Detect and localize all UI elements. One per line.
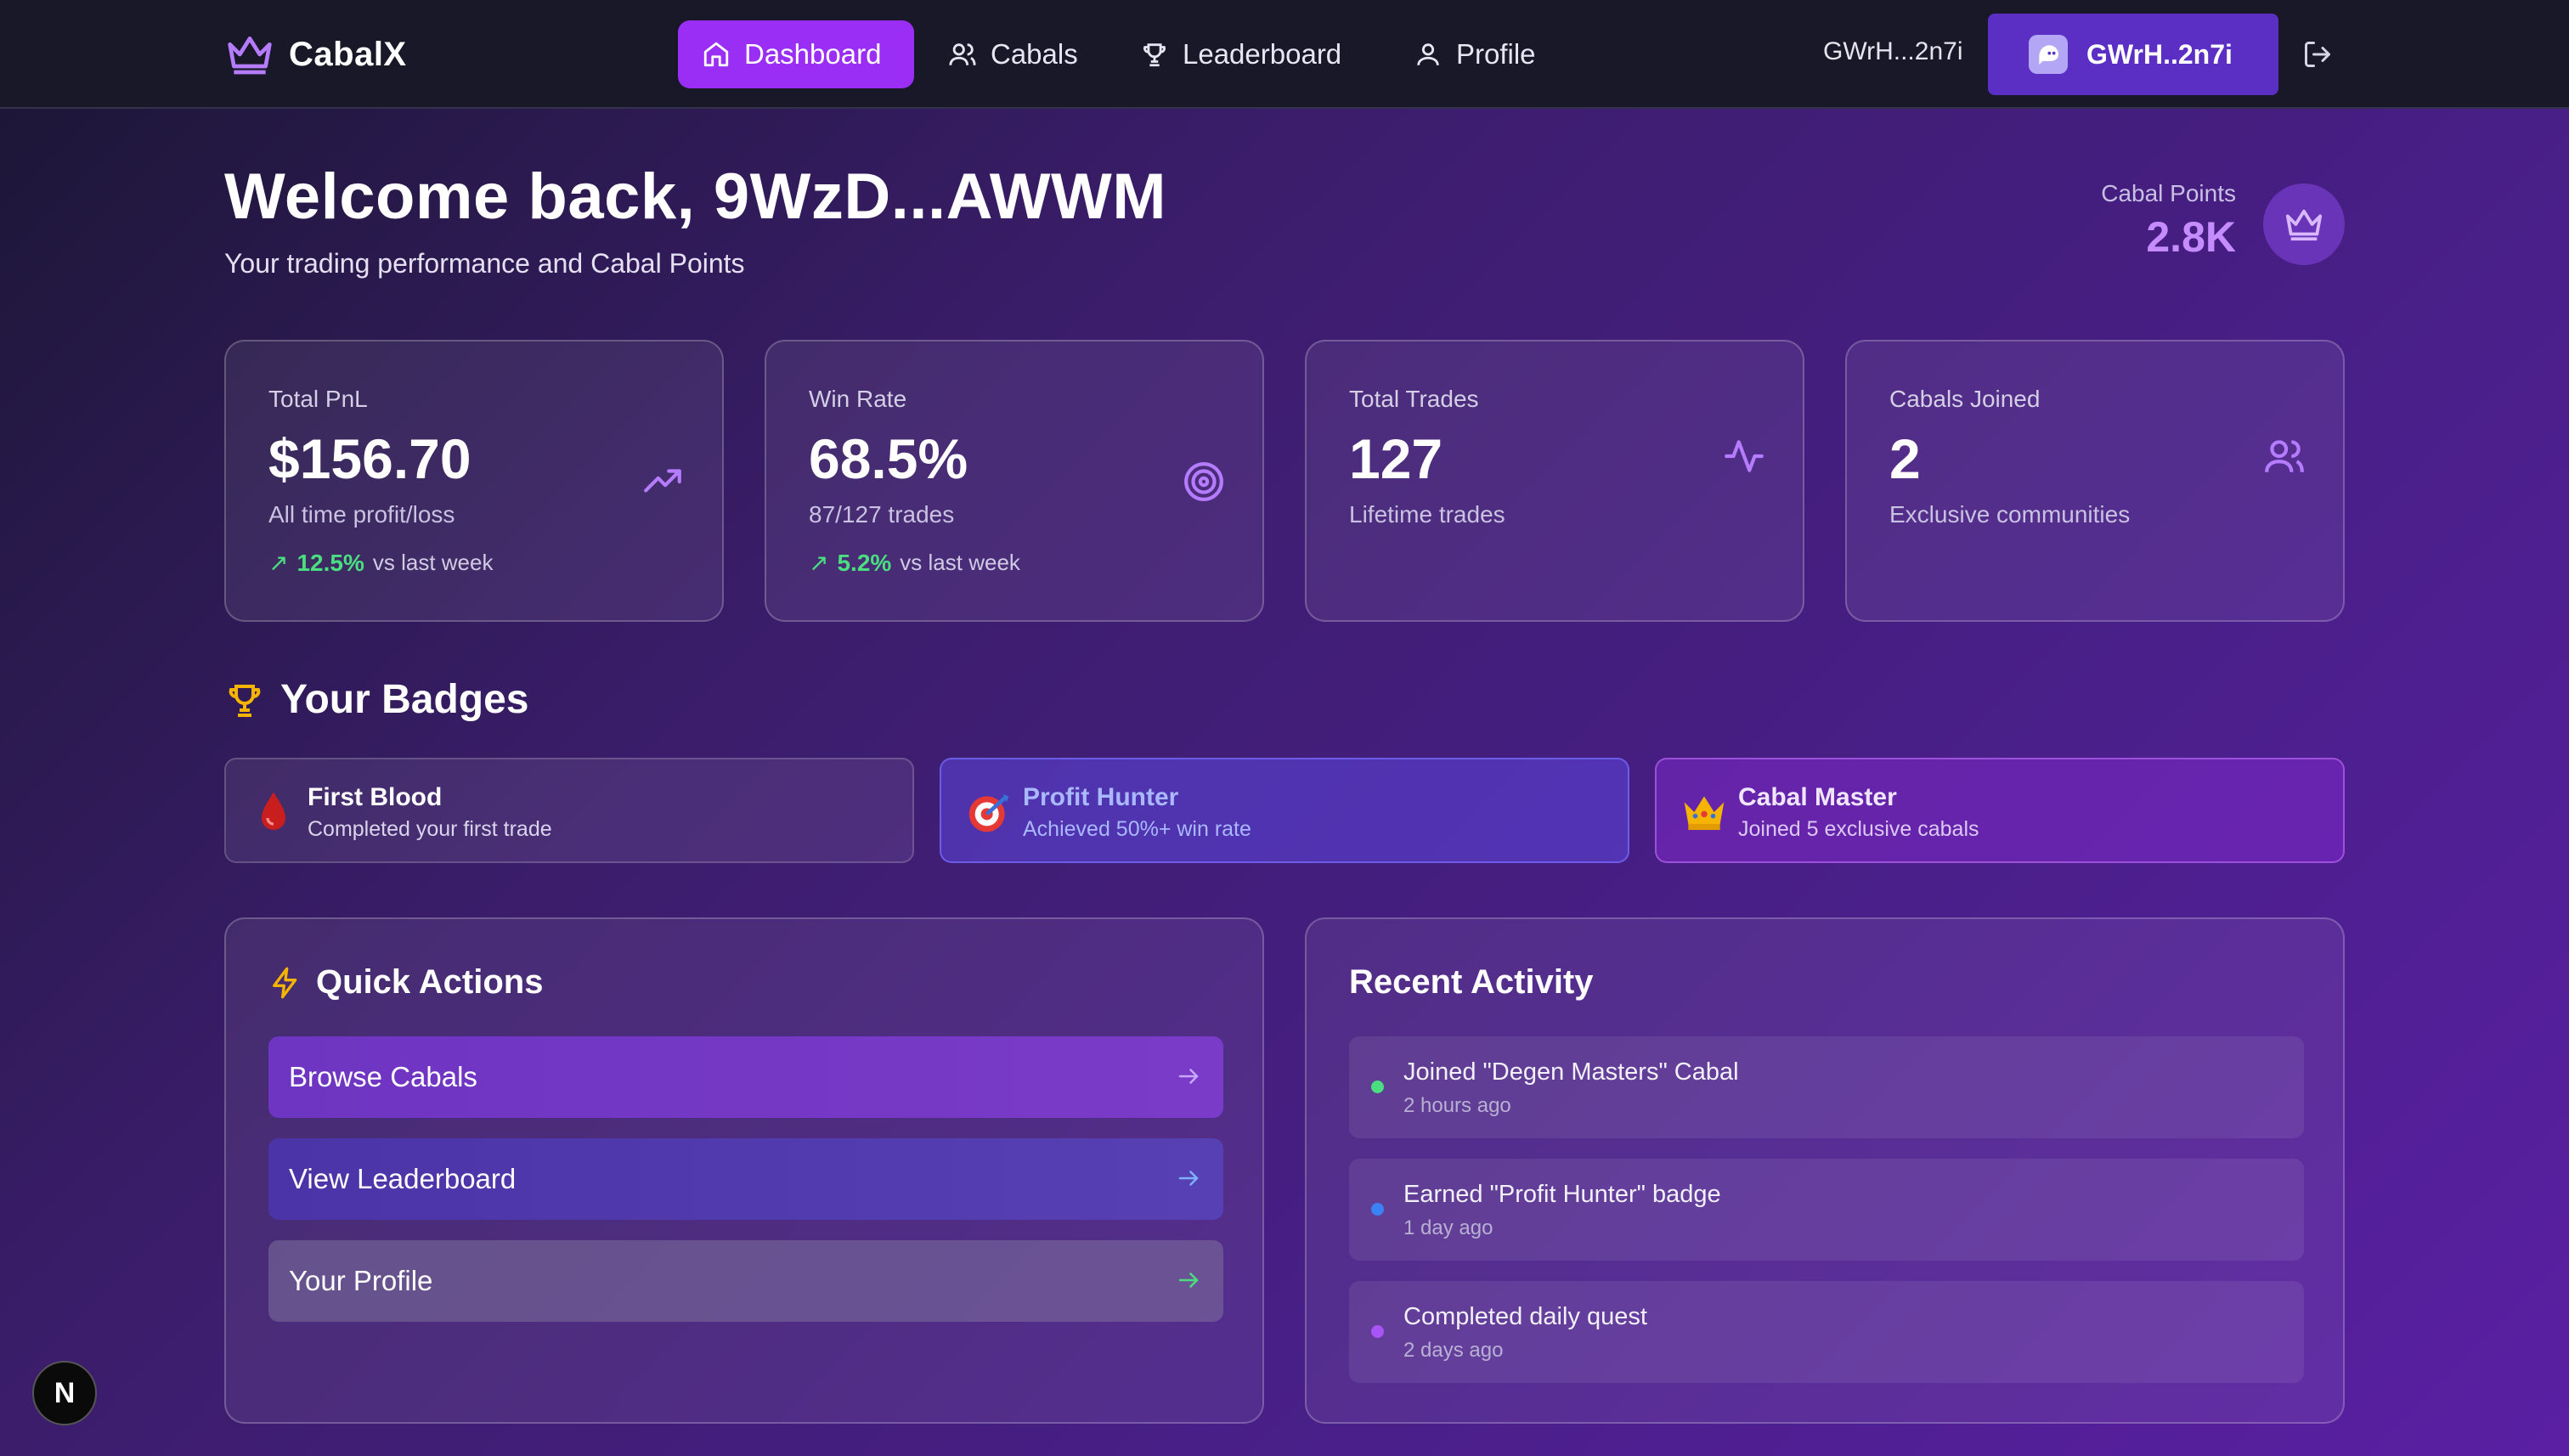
lightning-icon bbox=[268, 966, 302, 1000]
nextjs-dev-indicator[interactable]: N bbox=[32, 1361, 97, 1425]
status-dot bbox=[1371, 1203, 1384, 1216]
phantom-wallet-icon bbox=[2029, 35, 2068, 74]
cabal-points: Cabal Points 2.8K bbox=[2101, 180, 2236, 262]
stat-value: $156.70 bbox=[268, 427, 471, 490]
stat-title: Win Rate bbox=[809, 386, 907, 412]
badge-cabal-master: Cabal Master Joined 5 exclusive cabals bbox=[1655, 758, 2345, 863]
quick-actions-panel: Quick Actions Browse Cabals View Leaderb… bbox=[224, 917, 1264, 1424]
stat-change: ↗ 12.5% vs last week bbox=[268, 549, 493, 577]
wallet-address: GWrH...2n7i bbox=[1823, 37, 1963, 65]
activity-time: 2 days ago bbox=[1403, 1339, 1504, 1362]
badge-desc: Achieved 50%+ win rate bbox=[1023, 817, 1251, 841]
arrow-right-icon bbox=[1176, 1267, 1201, 1293]
crown-icon bbox=[224, 31, 275, 78]
badges-title: Your Badges bbox=[280, 677, 529, 722]
arrow-up-right-icon: ↗ bbox=[268, 550, 289, 576]
view-leaderboard-label: View Leaderboard bbox=[289, 1163, 517, 1194]
stat-desc: 87/127 trades bbox=[809, 501, 955, 528]
stat-title: Total Trades bbox=[1349, 386, 1479, 412]
stat-value: 68.5% bbox=[809, 427, 968, 490]
badge-profit-hunter: Profit Hunter Achieved 50%+ win rate bbox=[940, 758, 1629, 863]
stat-change: ↗ 5.2% vs last week bbox=[809, 549, 1020, 577]
stat-change-value: 12.5% bbox=[296, 549, 364, 576]
stat-desc: All time profit/loss bbox=[268, 501, 455, 528]
activity-text: Earned "Profit Hunter" badge bbox=[1403, 1181, 1721, 1208]
stat-change-value: 5.2% bbox=[837, 549, 892, 576]
browse-cabals-button[interactable]: Browse Cabals bbox=[268, 1036, 1223, 1118]
stat-desc: Lifetime trades bbox=[1349, 501, 1505, 528]
trending-up-icon bbox=[642, 460, 685, 503]
wallet-button[interactable]: GWrH..2n7i bbox=[1988, 14, 2278, 95]
your-profile-label: Your Profile bbox=[289, 1265, 433, 1296]
stat-change-suffix: vs last week bbox=[372, 550, 494, 575]
welcome-subtitle: Your trading performance and Cabal Point… bbox=[224, 248, 745, 279]
nav-leaderboard[interactable]: Leaderboard bbox=[1116, 20, 1365, 88]
nav-cabals-label: Cabals bbox=[991, 38, 1078, 70]
stat-card-total-trades: Total Trades 127 Lifetime trades bbox=[1305, 340, 1804, 622]
activity-time: 2 hours ago bbox=[1403, 1094, 1511, 1117]
badges-heading: Your Badges bbox=[224, 676, 529, 723]
stat-value: 127 bbox=[1349, 427, 1443, 490]
crown-icon bbox=[2263, 183, 2345, 265]
badge-name: First Blood bbox=[308, 783, 443, 811]
arrow-up-right-icon: ↗ bbox=[809, 550, 829, 576]
welcome-heading: Welcome back, 9WzD...AWWM bbox=[224, 161, 1167, 233]
stat-card-cabals-joined: Cabals Joined 2 Exclusive communities bbox=[1845, 340, 2345, 622]
nav-dashboard[interactable]: Dashboard bbox=[678, 20, 914, 88]
nav-profile-label: Profile bbox=[1456, 38, 1536, 70]
badge-name: Cabal Master bbox=[1738, 783, 1897, 811]
view-leaderboard-button[interactable]: View Leaderboard bbox=[268, 1138, 1223, 1220]
users-icon bbox=[948, 40, 977, 69]
brand-name: CabalX bbox=[289, 35, 407, 73]
activity-text: Joined "Degen Masters" Cabal bbox=[1403, 1058, 1739, 1086]
arrow-right-icon bbox=[1176, 1064, 1201, 1089]
quick-actions-heading: Quick Actions bbox=[268, 963, 543, 1002]
trophy-icon bbox=[224, 680, 265, 720]
top-navbar: CabalX Dashboard Cabals Leaderboard Prof… bbox=[0, 0, 2569, 109]
badge-desc: Completed your first trade bbox=[308, 817, 552, 841]
activity-icon bbox=[1723, 435, 1765, 477]
status-dot bbox=[1371, 1325, 1384, 1338]
badge-first-blood: First Blood Completed your first trade bbox=[224, 758, 914, 863]
badge-name: Profit Hunter bbox=[1023, 783, 1179, 811]
activity-item: Completed daily quest 2 days ago bbox=[1349, 1281, 2304, 1383]
home-icon bbox=[702, 40, 731, 69]
your-profile-button[interactable]: Your Profile bbox=[268, 1240, 1223, 1322]
arrow-right-icon bbox=[1176, 1165, 1201, 1191]
stat-card-win-rate: Win Rate 68.5% 87/127 trades ↗ 5.2% vs l… bbox=[765, 340, 1264, 622]
stat-change-suffix: vs last week bbox=[900, 550, 1020, 575]
badge-desc: Joined 5 exclusive cabals bbox=[1738, 817, 1979, 841]
stat-value: 2 bbox=[1889, 427, 1921, 490]
status-dot bbox=[1371, 1081, 1384, 1093]
nav-leaderboard-label: Leaderboard bbox=[1183, 38, 1342, 70]
stat-title: Total PnL bbox=[268, 386, 368, 412]
quick-actions-title: Quick Actions bbox=[316, 963, 544, 1001]
blood-drop-icon bbox=[248, 787, 299, 838]
users-icon bbox=[2263, 435, 2306, 477]
activity-item: Earned "Profit Hunter" badge 1 day ago bbox=[1349, 1159, 2304, 1261]
logout-icon[interactable] bbox=[2302, 39, 2333, 70]
recent-activity-title: Recent Activity bbox=[1349, 963, 1594, 1001]
cabal-points-value: 2.8K bbox=[2146, 213, 2236, 261]
browse-cabals-label: Browse Cabals bbox=[289, 1061, 477, 1092]
wallet-button-label: GWrH..2n7i bbox=[2086, 38, 2233, 70]
stat-card-total-pnl: Total PnL $156.70 All time profit/loss ↗… bbox=[224, 340, 724, 622]
recent-activity-panel: Recent Activity Joined "Degen Masters" C… bbox=[1305, 917, 2345, 1424]
activity-time: 1 day ago bbox=[1403, 1216, 1493, 1239]
nav-profile[interactable]: Profile bbox=[1390, 20, 1560, 88]
user-icon bbox=[1414, 40, 1443, 69]
dart-target-icon bbox=[963, 787, 1014, 838]
crown-icon bbox=[1679, 787, 1730, 838]
brand-logo[interactable]: CabalX bbox=[224, 29, 407, 80]
nav-dashboard-label: Dashboard bbox=[744, 38, 882, 70]
activity-item: Joined "Degen Masters" Cabal 2 hours ago bbox=[1349, 1036, 2304, 1138]
cabal-points-label: Cabal Points bbox=[2101, 180, 2236, 206]
activity-text: Completed daily quest bbox=[1403, 1303, 1647, 1330]
stat-desc: Exclusive communities bbox=[1889, 501, 2131, 528]
stat-title: Cabals Joined bbox=[1889, 386, 2041, 412]
trophy-icon bbox=[1140, 40, 1169, 69]
target-icon bbox=[1183, 460, 1225, 503]
nav-cabals[interactable]: Cabals bbox=[924, 20, 1102, 88]
